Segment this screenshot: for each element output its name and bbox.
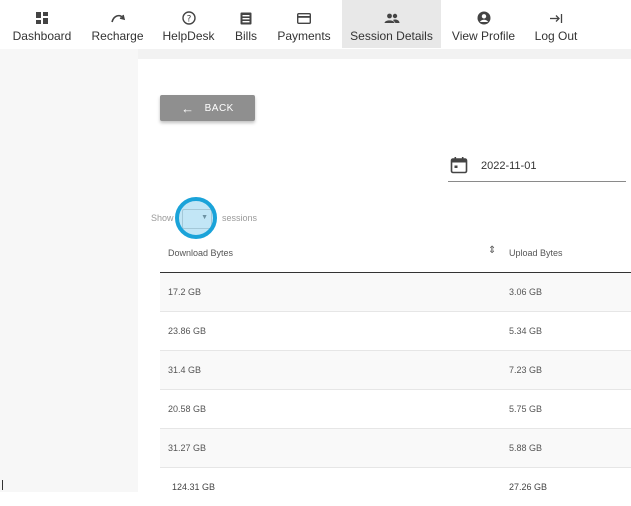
upload-cell: 3.06 GB [495, 273, 631, 312]
table-row: 23.86 GB 5.34 GB [160, 312, 631, 351]
column-header-upload-label: Upload Bytes [509, 248, 563, 258]
total-download: 124.31 GB [160, 468, 495, 506]
upload-cell: 5.88 GB [495, 429, 631, 468]
content-top-strip [138, 49, 631, 59]
nav-helpdesk[interactable]: ? HelpDesk [151, 0, 226, 48]
upload-cell: 5.34 GB [495, 312, 631, 351]
download-cell: 31.27 GB [160, 429, 495, 468]
date-filter-field[interactable]: 2022-11-01 [448, 153, 626, 182]
nav-payments[interactable]: Payments [266, 0, 342, 48]
download-cell: 17.2 GB [160, 273, 495, 312]
nav-log-out[interactable]: Log Out [526, 0, 586, 48]
top-navigation: Dashboard Recharge ? HelpDesk Bills Paym… [0, 0, 631, 50]
download-cell: 31.4 GB [160, 351, 495, 390]
nav-dashboard-label: Dashboard [13, 29, 72, 43]
people-icon [384, 10, 400, 26]
sessions-label: sessions [222, 213, 257, 223]
recharge-icon [110, 10, 126, 26]
nav-payments-label: Payments [277, 29, 330, 43]
upload-cell: 5.75 GB [495, 390, 631, 429]
back-button-label: BACK [205, 103, 234, 114]
nav-session-details[interactable]: Session Details [342, 0, 441, 48]
nav-view-profile[interactable]: View Profile [441, 0, 526, 48]
date-filter-value: 2022-11-01 [481, 160, 536, 172]
table-row: 17.2 GB 3.06 GB [160, 273, 631, 312]
left-gutter [0, 49, 138, 492]
text-cursor [2, 480, 3, 490]
calendar-icon [450, 156, 468, 179]
sort-icon: ⇕ [488, 245, 496, 256]
show-label: Show [151, 213, 174, 223]
table-row: 31.27 GB 5.88 GB [160, 429, 631, 468]
table-row: 31.4 GB 7.23 GB [160, 351, 631, 390]
column-header-download-label: Download Bytes [168, 248, 233, 258]
nav-session-details-label: Session Details [350, 29, 433, 43]
totals-row: 124.31 GB 27.26 GB [160, 468, 631, 506]
download-cell: 23.86 GB [160, 312, 495, 351]
help-icon: ? [182, 10, 196, 26]
logout-icon [549, 10, 563, 26]
table-row: 20.58 GB 5.75 GB [160, 390, 631, 429]
dashboard-icon [36, 10, 48, 26]
back-button[interactable]: ← BACK [160, 95, 255, 121]
click-highlight-ring [175, 197, 217, 239]
bills-icon [240, 10, 252, 26]
nav-dashboard[interactable]: Dashboard [0, 0, 84, 48]
total-upload: 27.26 GB [495, 468, 631, 506]
download-cell: 20.58 GB [160, 390, 495, 429]
nav-bills-label: Bills [235, 29, 257, 43]
nav-recharge-label: Recharge [91, 29, 143, 43]
column-header-upload[interactable]: Upload Bytes [495, 234, 631, 273]
payments-icon [297, 10, 311, 26]
nav-bills[interactable]: Bills [226, 0, 266, 48]
session-table: Download Bytes ⇕ Upload Bytes 17.2 GB 3.… [160, 234, 631, 506]
arrow-left-icon: ← [181, 101, 195, 116]
upload-cell: 7.23 GB [495, 351, 631, 390]
nav-log-out-label: Log Out [535, 29, 578, 43]
profile-icon [477, 10, 491, 26]
nav-view-profile-label: View Profile [452, 29, 515, 43]
nav-recharge[interactable]: Recharge [84, 0, 151, 48]
column-header-download[interactable]: Download Bytes ⇕ [160, 234, 495, 273]
svg-text:?: ? [186, 15, 191, 25]
nav-helpdesk-label: HelpDesk [162, 29, 214, 43]
